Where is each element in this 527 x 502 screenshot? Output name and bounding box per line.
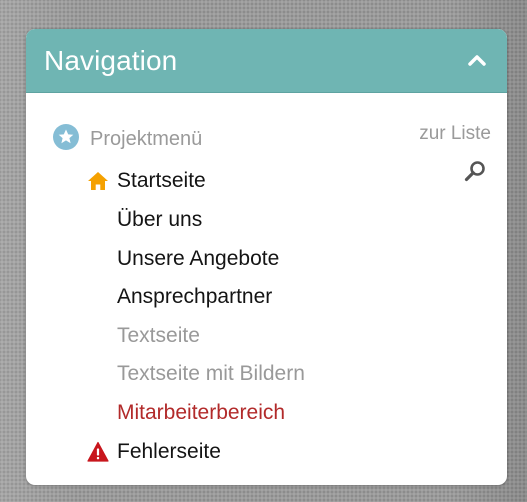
warning-icon bbox=[87, 441, 109, 462]
menu-item-label: Unsere Angebote bbox=[117, 247, 280, 270]
menu-item-label: Mitarbeiterbereich bbox=[117, 401, 286, 424]
menu-item-ueber-uns[interactable]: Über uns bbox=[117, 206, 202, 234]
menu-item-mitarbeiterbereich[interactable]: Mitarbeiterbereich bbox=[117, 399, 285, 427]
menu-item-label: Textseite mit Bildern bbox=[117, 362, 305, 385]
navigation-panel: Navigation Projektmenü zur Liste Startse… bbox=[26, 29, 507, 485]
star-icon bbox=[53, 124, 79, 150]
menu-item-textseite[interactable]: Textseite bbox=[117, 322, 200, 350]
menu-item-textseite-mit-bildern[interactable]: Textseite mit Bildern bbox=[117, 360, 305, 388]
menu-item-label: Fehlerseite bbox=[117, 440, 221, 463]
menu-header: Projektmenü bbox=[52, 123, 202, 151]
menu-item-startseite[interactable]: Startseite bbox=[88, 167, 206, 195]
menu-item-ansprechpartner[interactable]: Ansprechpartner bbox=[117, 283, 272, 311]
menu-item-fehlerseite[interactable]: Fehlerseite bbox=[87, 438, 221, 466]
menu-item-label: Textseite bbox=[117, 324, 200, 347]
search-icon[interactable] bbox=[463, 159, 487, 183]
to-list-link[interactable]: zur Liste bbox=[419, 123, 491, 145]
menu-header-label: Projektmenü bbox=[90, 127, 203, 150]
panel-title: Navigation bbox=[44, 45, 178, 76]
menu-item-label: Über uns bbox=[117, 208, 203, 231]
menu-item-unsere-angebote[interactable]: Unsere Angebote bbox=[117, 245, 279, 273]
chevron-up-icon[interactable] bbox=[463, 46, 491, 74]
menu-item-label: Ansprechpartner bbox=[117, 285, 273, 308]
page: { "panel": { "title": "Navigation", "col… bbox=[0, 0, 527, 502]
panel-header[interactable]: Navigation bbox=[26, 29, 507, 93]
menu-item-label: Startseite bbox=[117, 169, 206, 192]
home-icon bbox=[88, 172, 108, 190]
